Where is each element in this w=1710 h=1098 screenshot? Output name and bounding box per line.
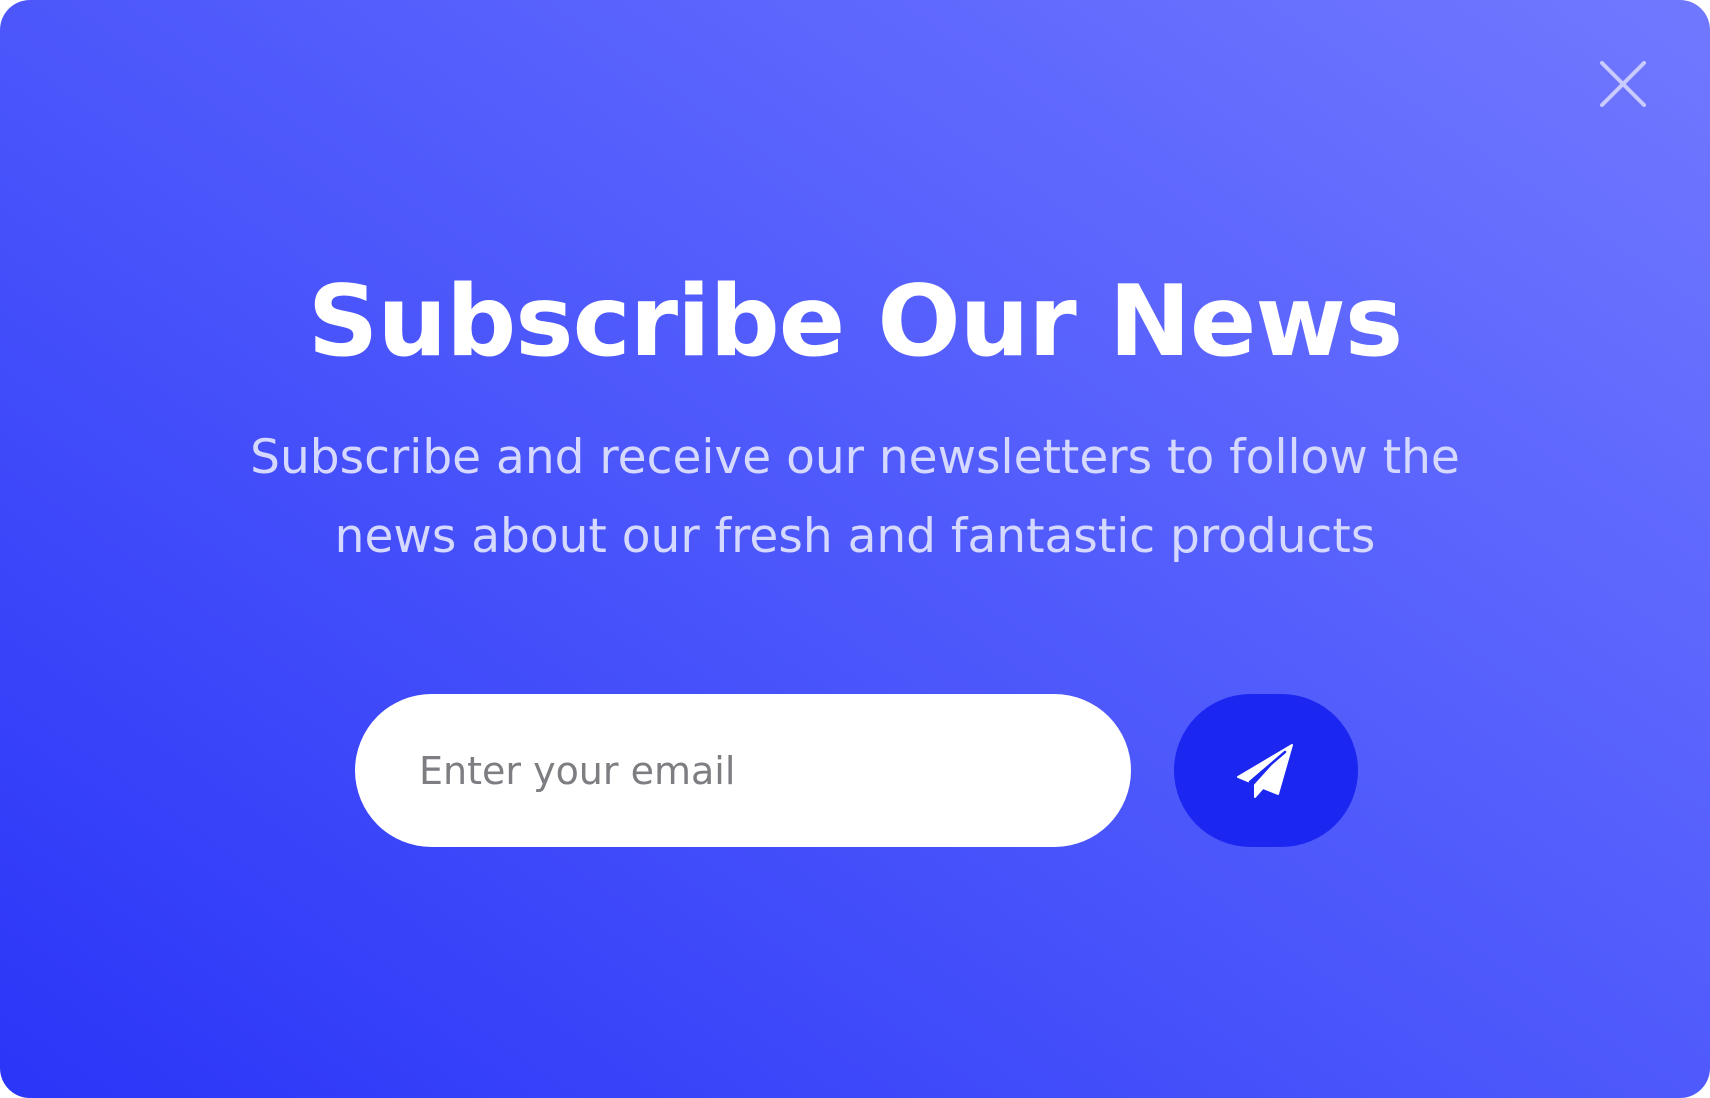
subtitle-line-1: Subscribe and receive our newsletters to…	[250, 430, 1460, 485]
send-button[interactable]	[1174, 694, 1358, 847]
modal-subtitle: Subscribe and receive our newsletters to…	[205, 418, 1505, 576]
modal-title: Subscribe Our News	[307, 265, 1403, 379]
subtitle-line-2: news about our fresh and fantastic produ…	[334, 509, 1376, 564]
subscribe-modal: Subscribe Our News Subscribe and receive…	[0, 0, 1710, 1098]
close-button[interactable]	[1597, 58, 1649, 110]
close-icon	[1600, 61, 1646, 107]
email-input[interactable]	[419, 694, 1071, 847]
paper-plane-icon	[1237, 743, 1293, 798]
email-field-container	[355, 694, 1131, 847]
